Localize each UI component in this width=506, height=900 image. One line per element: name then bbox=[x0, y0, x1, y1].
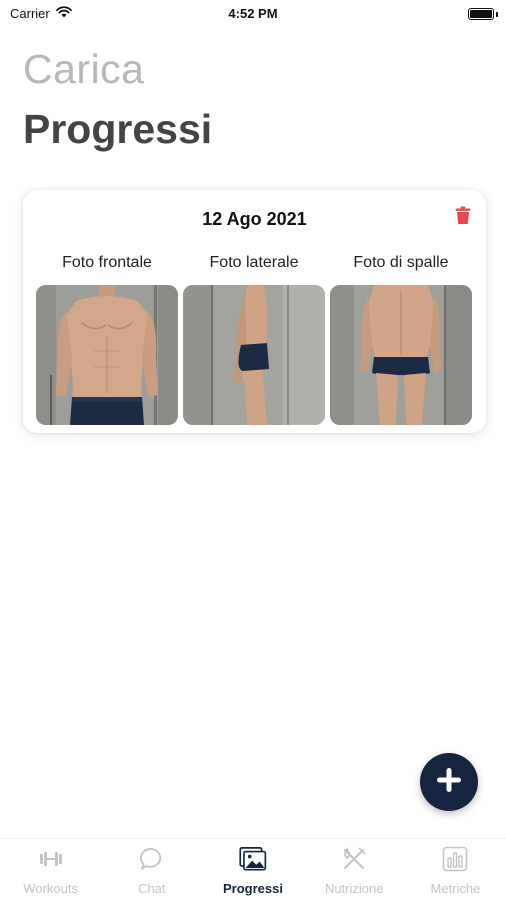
plus-icon bbox=[436, 767, 462, 798]
tab-bar: Workouts Chat Progressi Nutrizione Metri… bbox=[0, 838, 506, 900]
photo-back[interactable] bbox=[330, 285, 472, 425]
trash-icon[interactable] bbox=[455, 206, 471, 224]
add-photo-button[interactable] bbox=[420, 753, 478, 811]
bar-chart-icon bbox=[441, 845, 469, 873]
photo-label-front: Foto frontale bbox=[62, 254, 152, 271]
chat-bubble-icon bbox=[138, 845, 166, 873]
photo-front[interactable] bbox=[36, 285, 178, 425]
photo-column-front: Foto frontale bbox=[36, 252, 178, 425]
photo-column-side: Foto laterale bbox=[183, 252, 325, 425]
battery-icon bbox=[468, 8, 494, 20]
tab-label-chat: Chat bbox=[138, 881, 166, 896]
page-title: Progressi bbox=[23, 106, 213, 152]
photo-side[interactable] bbox=[183, 285, 325, 425]
photo-label-side: Foto laterale bbox=[209, 254, 299, 271]
status-bar: Carrier 4:52 PM bbox=[0, 0, 506, 28]
tab-label-workouts: Workouts bbox=[23, 881, 78, 896]
fork-knife-icon bbox=[340, 845, 368, 873]
tab-nutrizione[interactable]: Nutrizione bbox=[304, 839, 405, 900]
tab-progressi[interactable]: Progressi bbox=[202, 839, 303, 900]
dumbbell-icon bbox=[37, 845, 65, 873]
tab-label-progressi: Progressi bbox=[223, 881, 283, 896]
tab-workouts[interactable]: Workouts bbox=[0, 839, 101, 900]
tab-metriche[interactable]: Metriche bbox=[405, 839, 506, 900]
photo-gallery-icon bbox=[239, 845, 267, 873]
status-time: 4:52 PM bbox=[228, 6, 278, 21]
progress-entry-card[interactable]: 12 Ago 2021 Foto frontale Foto laterale … bbox=[23, 190, 486, 433]
photo-label-back: Foto di spalle bbox=[353, 254, 449, 271]
photo-column-back: Foto di spalle bbox=[330, 252, 472, 425]
tab-label-nutrizione: Nutrizione bbox=[324, 881, 384, 896]
page-subtitle: Carica bbox=[23, 46, 145, 92]
entry-date: 12 Ago 2021 bbox=[202, 209, 307, 229]
tab-chat[interactable]: Chat bbox=[101, 839, 202, 900]
tab-label-metriche: Metriche bbox=[430, 881, 481, 896]
